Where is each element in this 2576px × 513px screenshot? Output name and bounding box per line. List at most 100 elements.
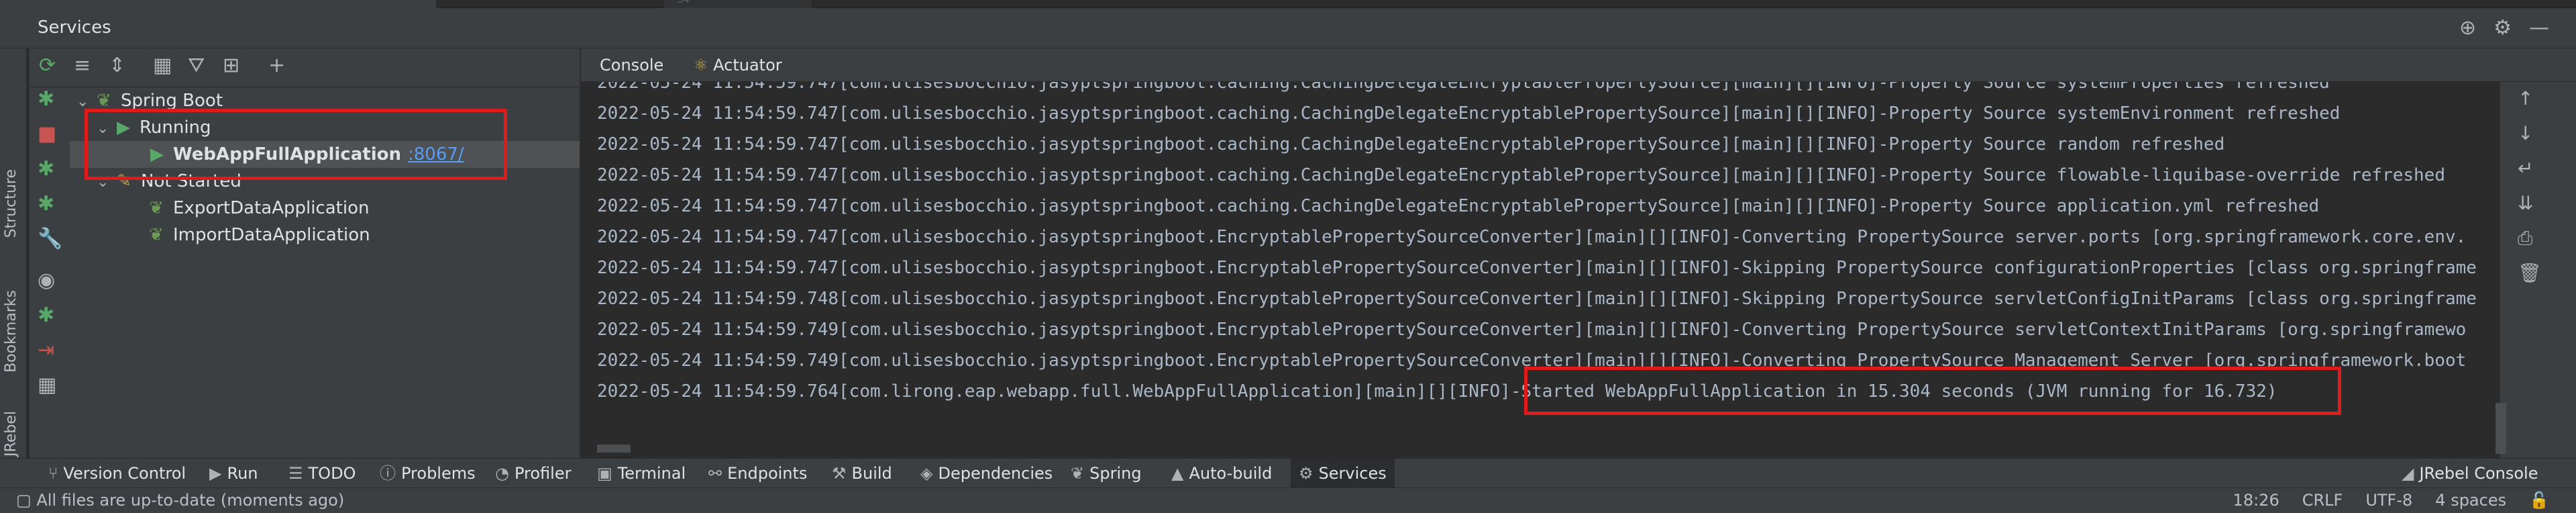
spring-leaf-icon: ❦ xyxy=(149,225,164,245)
stop-icon[interactable]: ■ xyxy=(38,122,56,146)
bookmarks-tab[interactable]: Bookmarks xyxy=(3,290,19,373)
log-line: 2022-05-24 11:54:59.747[com.ulisesbocchi… xyxy=(597,196,2320,216)
scroll-down-icon[interactable]: ↓ xyxy=(2518,122,2533,144)
print-icon[interactable]: ⎙ xyxy=(2518,227,2532,250)
tree-item-import[interactable]: ❦ ImportDataApplication xyxy=(149,222,370,248)
left-tool-strip: Structure Bookmarks JRebel xyxy=(0,48,27,458)
status-bar: ▢ All files are up-to-date (moments ago)… xyxy=(0,487,2576,513)
bottom-tool-tabs: ⑂ Version Control ▶ Run ☰ TODO ⓘ Problems ◔ P… xyxy=(0,458,2576,490)
tab-jrebel-console[interactable]: ◢ JRebel Console xyxy=(2402,459,2538,488)
export-app-label: ExportDataApplication xyxy=(173,198,370,218)
log-line: 2022-05-24 11:54:59.747[com.ulisesbocchi… xyxy=(597,258,2477,278)
minimize-icon[interactable]: — xyxy=(2529,15,2549,42)
filter-icon[interactable]: ⛛ xyxy=(188,54,205,77)
tab-spring[interactable]: ❦ Spring xyxy=(1071,459,1142,488)
structure-tab[interactable]: Structure xyxy=(3,169,19,238)
indent-setting[interactable]: 4 spaces xyxy=(2435,491,2506,510)
log-line: 2022-05-24 11:54:59.747[com.ulisesbocchi… xyxy=(597,134,2225,154)
horizontal-scrollbar[interactable] xyxy=(597,445,631,453)
endpoints-icon: ⚯ xyxy=(708,464,722,483)
spring-leaf-icon: ❦ xyxy=(149,198,164,218)
tab-terminal[interactable]: ▣ Terminal xyxy=(597,459,686,488)
warning-icon: ▲ xyxy=(1171,464,1184,483)
run-bug-icon[interactable]: ✱ xyxy=(38,87,54,111)
jrebel-icon: ◢ xyxy=(2402,464,2414,483)
spring-label: Spring xyxy=(1089,464,1142,483)
tab-todo[interactable]: ☰ TODO xyxy=(288,459,356,488)
console-tools: ↑ ↓ ↵ ⇊ ⎙ 🗑 xyxy=(2500,82,2576,458)
actuator-label: Actuator xyxy=(713,56,782,75)
auto-build-label: Auto-build xyxy=(1189,464,1273,483)
square-icon: ▢ xyxy=(16,491,37,510)
tab-auto-build[interactable]: ▲ Auto-build xyxy=(1171,459,1272,488)
exit-icon[interactable]: ⇥ xyxy=(38,338,54,362)
profiler-label: Profiler xyxy=(514,464,572,483)
tab-dependencies[interactable]: ◈ Dependencies xyxy=(920,459,1053,488)
scroll-up-icon[interactable]: ↑ xyxy=(2518,87,2533,109)
tab-profiler[interactable]: ◔ Profiler xyxy=(495,459,571,488)
services-header: Services ⊕ ⚙ — xyxy=(0,8,2576,48)
services-toolbar: ⟳ ≡ ⇕ ▦ ⛛ ⊞ + xyxy=(30,48,580,87)
tab-run[interactable]: ▶ Run xyxy=(209,459,258,488)
line-separator[interactable]: CRLF xyxy=(2302,491,2343,510)
problems-label: Problems xyxy=(401,464,476,483)
todo-label: TODO xyxy=(308,464,356,483)
crosshair-icon[interactable]: ⊕ xyxy=(2459,15,2476,42)
jrebel-tab[interactable]: JRebel xyxy=(3,411,19,457)
play-icon: ▶ xyxy=(209,464,222,483)
trash-icon[interactable]: 🗑 xyxy=(2518,262,2542,284)
import-app-label: ImportDataApplication xyxy=(173,225,370,245)
log-line: 2022-05-24 11:54:59.749[com.ulisesbocchi… xyxy=(597,320,2467,340)
vertical-scrollbar[interactable] xyxy=(2496,403,2506,454)
branch-icon: ⑂ xyxy=(48,464,58,483)
tab-services[interactable]: ⚙ Services xyxy=(1291,459,1395,490)
actions-column: ✱ ■ ✱ ✱ 🔧 ◉ ✱ ⇥ ▦ xyxy=(30,87,70,458)
scroll-to-end-icon[interactable]: ⇊ xyxy=(2518,192,2533,214)
debug-icon[interactable]: ✱ xyxy=(38,157,54,181)
spring-leaf-icon: ❦ xyxy=(1071,464,1085,483)
run-label: Run xyxy=(227,464,258,483)
layers-icon: ◈ xyxy=(920,464,933,483)
tab-console[interactable]: Console xyxy=(588,48,676,85)
editor-gutter: 54 xyxy=(664,0,812,8)
status-message[interactable]: ▢ All files are up-to-date (moments ago) xyxy=(16,491,344,510)
services-label: Services xyxy=(1318,464,1387,483)
jrebel-console-label: JRebel Console xyxy=(2419,464,2538,483)
rerun-icon[interactable]: ✱ xyxy=(38,192,54,216)
new-tab-icon[interactable]: ⊞ xyxy=(223,54,239,77)
tab-build[interactable]: ⚒ Build xyxy=(832,459,892,488)
soft-wrap-icon[interactable]: ↵ xyxy=(2518,157,2533,179)
terminal-icon: ▣ xyxy=(597,464,612,483)
version-control-label: Version Control xyxy=(63,464,186,483)
file-encoding[interactable]: UTF-8 xyxy=(2365,491,2412,510)
log-line: 2022-05-24 11:54:59.747[com.ulisesbocchi… xyxy=(597,165,2445,185)
expand-all-icon[interactable]: ≡ xyxy=(74,54,91,77)
dependencies-label: Dependencies xyxy=(938,464,1053,483)
services-title: Services xyxy=(38,17,111,38)
wrench-icon[interactable]: 🔧 xyxy=(38,227,62,250)
tab-problems[interactable]: ⓘ Problems xyxy=(380,459,476,488)
console-tabs: Console ⚛ Actuator xyxy=(581,48,2576,85)
tree-item-export[interactable]: ❦ ExportDataApplication xyxy=(149,195,369,222)
tab-version-control[interactable]: ⑂ Version Control xyxy=(48,459,186,488)
lock-icon[interactable]: 🔓 xyxy=(2529,491,2549,510)
spring-boot-label: Spring Boot xyxy=(121,91,223,111)
group-by-icon[interactable]: ▦ xyxy=(153,54,172,77)
tab-actuator[interactable]: ⚛ Actuator xyxy=(682,48,794,82)
tab-endpoints[interactable]: ⚯ Endpoints xyxy=(708,459,807,488)
layout-icon[interactable]: ▦ xyxy=(38,373,56,397)
add-service-icon[interactable]: + xyxy=(268,54,285,77)
editor-strip: 54 xyxy=(0,0,2576,8)
collapse-all-icon[interactable]: ⇕ xyxy=(109,54,125,77)
camera-icon[interactable]: ◉ xyxy=(38,269,55,292)
profiler-icon: ◔ xyxy=(495,464,509,483)
caret-position[interactable]: 18:26 xyxy=(2233,491,2279,510)
gear-icon[interactable]: ⚙ xyxy=(2493,15,2512,42)
refresh-icon[interactable]: ⟳ xyxy=(39,54,56,77)
gutter-line-number: 54 xyxy=(678,0,690,5)
log-line: 2022-05-24 11:54:59.747[com.ulisesbocchi… xyxy=(597,103,2341,124)
status-message-text: All files are up-to-date (moments ago) xyxy=(36,491,345,510)
header-icons: ⊕ ⚙ — xyxy=(2459,15,2549,42)
editor-strip-left xyxy=(0,0,436,8)
bug-icon[interactable]: ✱ xyxy=(38,304,54,327)
